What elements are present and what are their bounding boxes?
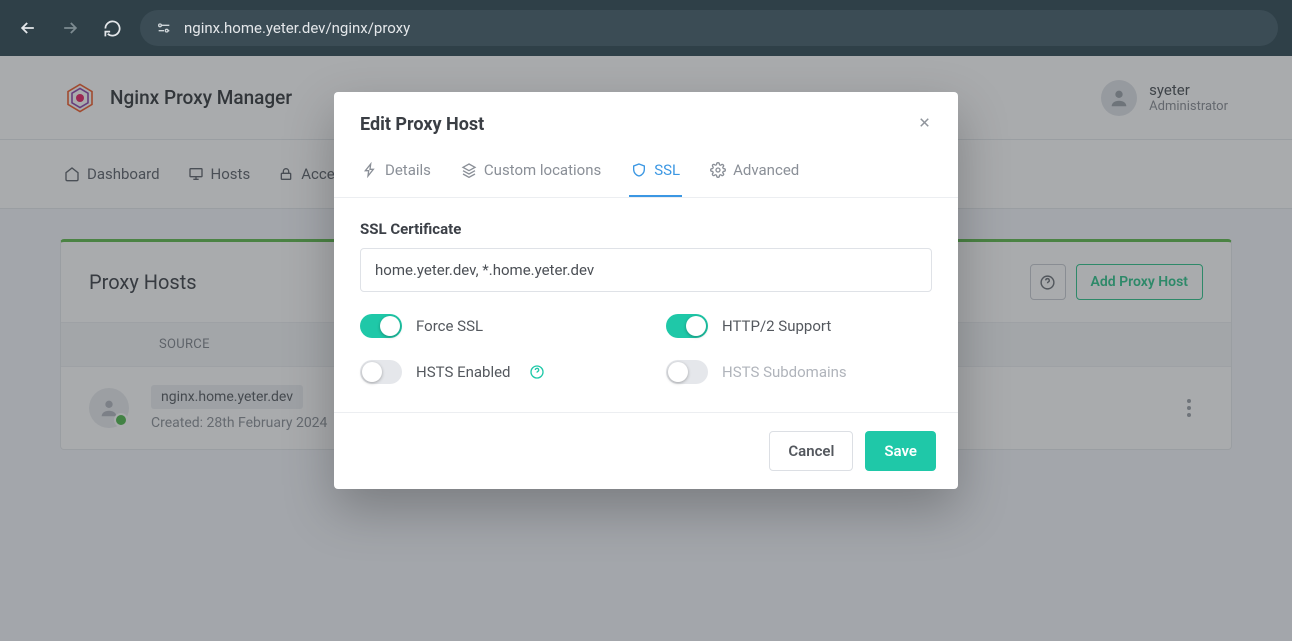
hsts-toggle[interactable] <box>360 360 402 384</box>
back-button[interactable] <box>14 14 42 42</box>
reload-button[interactable] <box>98 14 126 42</box>
modal-tabs: Details Custom locations SSL Advanced <box>334 149 958 198</box>
url-text: nginx.home.yeter.dev/nginx/proxy <box>184 19 410 37</box>
ssl-cert-select[interactable] <box>360 248 932 292</box>
save-button[interactable]: Save <box>865 431 936 471</box>
url-bar[interactable]: nginx.home.yeter.dev/nginx/proxy <box>140 10 1278 46</box>
tab-ssl[interactable]: SSL <box>629 149 682 197</box>
hsts-subdomains-toggle[interactable] <box>666 360 708 384</box>
site-settings-icon <box>154 20 174 36</box>
ssl-cert-label: SSL Certificate <box>360 220 932 238</box>
hsts-subdomains-label: HSTS Subdomains <box>722 363 847 381</box>
tab-custom-locations[interactable]: Custom locations <box>459 149 603 197</box>
bolt-icon <box>362 162 378 178</box>
tab-ssl-label: SSL <box>654 161 680 179</box>
shield-icon <box>631 162 647 178</box>
forward-button[interactable] <box>56 14 84 42</box>
hsts-label: HSTS Enabled <box>416 363 511 381</box>
tab-advanced[interactable]: Advanced <box>708 149 801 197</box>
modal-title: Edit Proxy Host <box>360 114 484 135</box>
hsts-help-icon[interactable] <box>529 364 545 380</box>
cancel-button[interactable]: Cancel <box>769 431 853 471</box>
edit-proxy-host-modal: Edit Proxy Host Details Custom locations… <box>334 92 958 489</box>
http2-label: HTTP/2 Support <box>722 317 831 335</box>
tab-custom-label: Custom locations <box>484 161 601 179</box>
tab-details-label: Details <box>385 161 431 179</box>
gear-icon <box>710 162 726 178</box>
close-button[interactable] <box>917 114 932 135</box>
tab-advanced-label: Advanced <box>733 161 799 179</box>
force-ssl-label: Force SSL <box>416 317 483 335</box>
browser-chrome: nginx.home.yeter.dev/nginx/proxy <box>0 0 1292 56</box>
layers-icon <box>461 162 477 178</box>
http2-toggle[interactable] <box>666 314 708 338</box>
close-icon <box>917 115 932 130</box>
tab-details[interactable]: Details <box>360 149 433 197</box>
force-ssl-toggle[interactable] <box>360 314 402 338</box>
